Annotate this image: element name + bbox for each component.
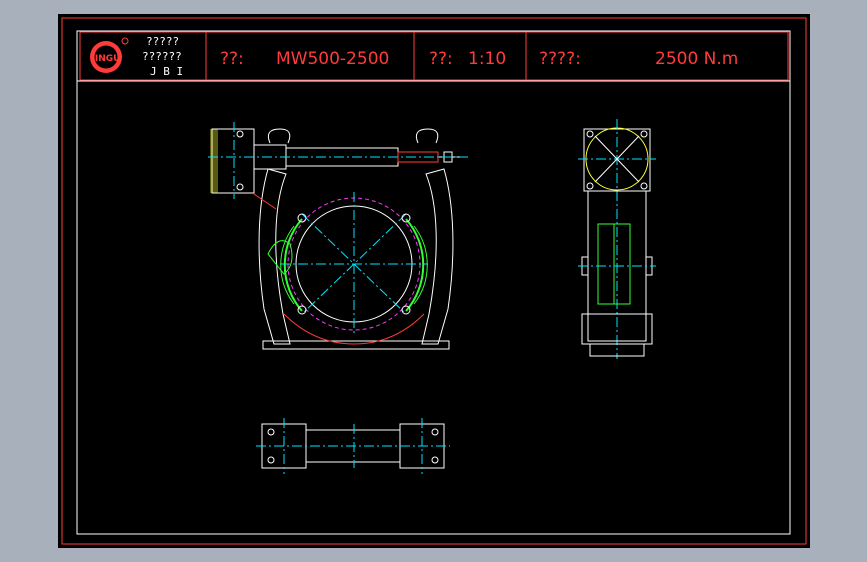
torque-value: 2500 N.m [655, 49, 738, 69]
front-view-mount-plate [211, 128, 255, 194]
company-line2: ?????? [142, 50, 182, 63]
company-line1: ????? [146, 35, 179, 48]
brake-shoe-right [405, 218, 425, 312]
top-view [256, 418, 450, 474]
side-view [578, 119, 656, 359]
company-abbr: J B I [150, 65, 183, 78]
svg-text:JINGU: JINGU [91, 54, 121, 64]
scale-value: 1:10 [468, 49, 506, 69]
front-view [208, 122, 468, 350]
jingu-logo-icon: JINGU [90, 41, 122, 73]
model-value: MW500-2500 [276, 49, 389, 69]
scale-label: ??: [429, 49, 453, 69]
drawing-canvas: JINGU ????? ?????? J B I ??: MW500-2500 … [58, 14, 810, 548]
cad-drawing: JINGU ????? ?????? J B I ??: MW500-2500 … [61, 17, 807, 545]
brake-shoe-left [283, 218, 303, 312]
torque-label: ????: [539, 49, 581, 69]
registered-mark-icon [121, 37, 129, 45]
name-label: ??: [220, 49, 244, 69]
